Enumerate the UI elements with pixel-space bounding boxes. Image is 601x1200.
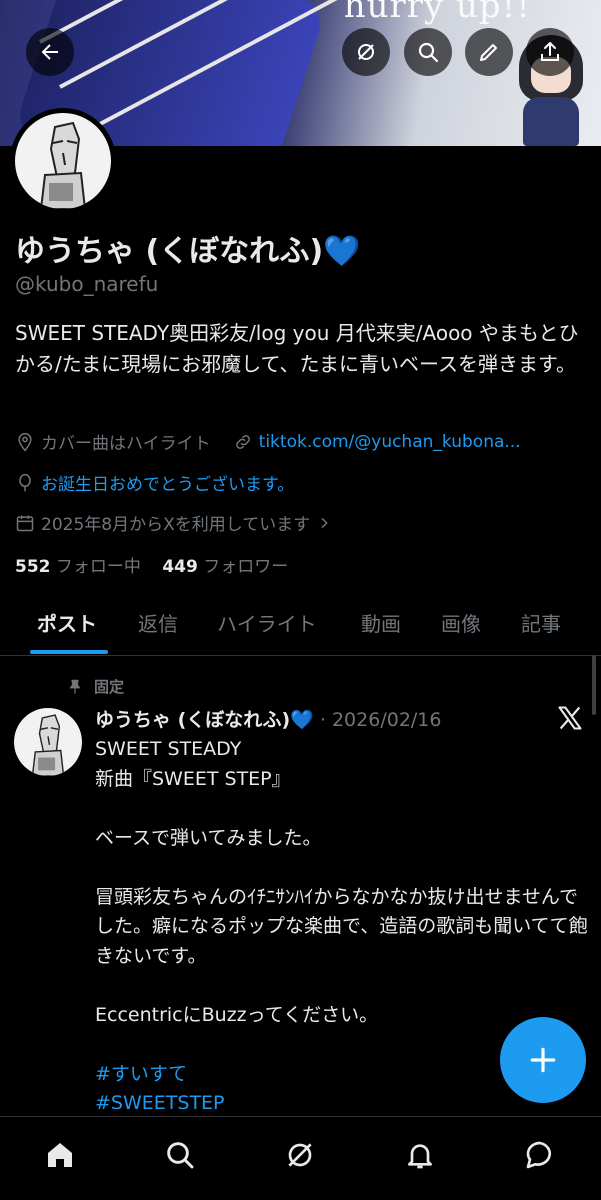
bottom-navigation <box>0 1116 601 1200</box>
tab-articles[interactable]: 記事 <box>521 608 561 637</box>
post-author-name[interactable]: ゆうちゃ (くぼなれふ)💙 <box>95 709 314 731</box>
bell-icon <box>408 1144 432 1169</box>
following-count: 552 <box>15 557 51 577</box>
tab-images[interactable]: 画像 <box>441 608 481 637</box>
x-logo-icon <box>558 706 582 730</box>
profile-location: カバー曲はハイライト <box>41 434 211 454</box>
banner-overlay-text: hurry up!! <box>343 0 531 26</box>
profile-joined: 2025年8月からXを利用しています <box>41 515 311 535</box>
post-date: · 2026/02/16 <box>319 709 442 731</box>
pencil-icon <box>480 44 497 61</box>
pinned-label: 固定 <box>94 678 125 696</box>
link-icon <box>235 434 250 449</box>
post-author-avatar[interactable] <box>14 708 82 776</box>
following-link[interactable]: 552 フォロー中 <box>15 557 141 577</box>
grok-icon <box>288 1143 312 1167</box>
calendar-icon <box>16 515 34 531</box>
post-text-line: ベースで弾いてみました。 <box>95 826 322 849</box>
profile-birthday[interactable]: お誕生日おめでとうございます。 <box>41 470 294 495</box>
profile-name: ゆうちゃ (くぼなれふ)💙 <box>15 234 361 269</box>
following-label: フォロー中 <box>55 557 141 577</box>
nav-grok[interactable] <box>282 1137 318 1173</box>
profile-bio: SWEET STEADY奥田彩友/log you 月代来実/Aooo やまもとひ… <box>15 321 579 376</box>
tab-active-indicator <box>30 650 108 654</box>
pin-icon <box>69 679 81 694</box>
post-text-line: 新曲『SWEET STEP』 <box>95 767 291 790</box>
profile-handle: @kubo_narefu <box>15 272 159 296</box>
nav-home[interactable] <box>42 1137 78 1173</box>
scrollbar[interactable] <box>592 655 596 715</box>
profile-birthday-row: お誕生日おめでとうございます。 <box>15 470 294 495</box>
tab-highlights[interactable]: ハイライト <box>217 608 317 637</box>
balloon-icon <box>19 473 31 491</box>
share-button[interactable] <box>526 28 574 76</box>
chat-icon <box>526 1141 552 1169</box>
follow-stats: 552 フォロー中 449 フォロワー <box>15 552 288 577</box>
followers-count: 449 <box>162 557 198 577</box>
avatar-illustration <box>31 714 65 776</box>
tab-replies[interactable]: 返信 <box>138 608 178 637</box>
chevron-right-icon <box>321 517 328 528</box>
post-header: ゆうちゃ (くぼなれふ)💙 · 2026/02/16 <box>95 705 441 732</box>
share-icon <box>541 42 559 61</box>
post-text-line: 冒頭彩友ちゃんのｲﾁﾆｻﾝﾊｲからなかなか抜け出せませんでした。癖になるポップな… <box>95 885 588 967</box>
location-icon <box>18 432 32 451</box>
plus-icon <box>530 1047 556 1073</box>
profile-avatar[interactable] <box>10 108 116 214</box>
pinned-indicator: 固定 <box>66 676 124 697</box>
post-text-line: EccentricにBuzzってください。 <box>95 1003 379 1026</box>
grok-button[interactable] <box>342 28 390 76</box>
profile-website-link[interactable]: tiktok.com/@yuchan_kubona... <box>259 432 521 452</box>
arrow-left-icon <box>41 44 58 60</box>
nav-messages[interactable] <box>522 1137 558 1173</box>
hashtag-link[interactable]: #SWEETSTEP <box>95 1089 589 1119</box>
edit-button[interactable] <box>465 28 513 76</box>
nav-notifications[interactable] <box>402 1137 438 1173</box>
tab-posts[interactable]: ポスト <box>37 608 97 637</box>
profile-tabs: ポスト 返信 ハイライト 動画 画像 記事 <box>0 598 601 656</box>
post-text-line: SWEET STEADY <box>95 738 242 760</box>
back-button[interactable] <box>26 28 74 76</box>
search-button[interactable] <box>404 28 452 76</box>
profile-joined-row[interactable]: 2025年8月からXを利用しています <box>15 510 338 535</box>
profile-meta-row: カバー曲はハイライト tiktok.com/@yuchan_kubona... <box>15 429 521 454</box>
search-icon <box>418 42 439 63</box>
followers-label: フォロワー <box>203 557 289 577</box>
avatar-illustration <box>39 121 87 209</box>
tab-videos[interactable]: 動画 <box>361 608 401 637</box>
grok-icon <box>358 44 374 60</box>
search-icon <box>167 1142 194 1169</box>
home-icon <box>48 1143 72 1167</box>
nav-search[interactable] <box>162 1137 198 1173</box>
compose-post-button[interactable] <box>500 1017 586 1103</box>
followers-link[interactable]: 449 フォロワー <box>162 557 288 577</box>
